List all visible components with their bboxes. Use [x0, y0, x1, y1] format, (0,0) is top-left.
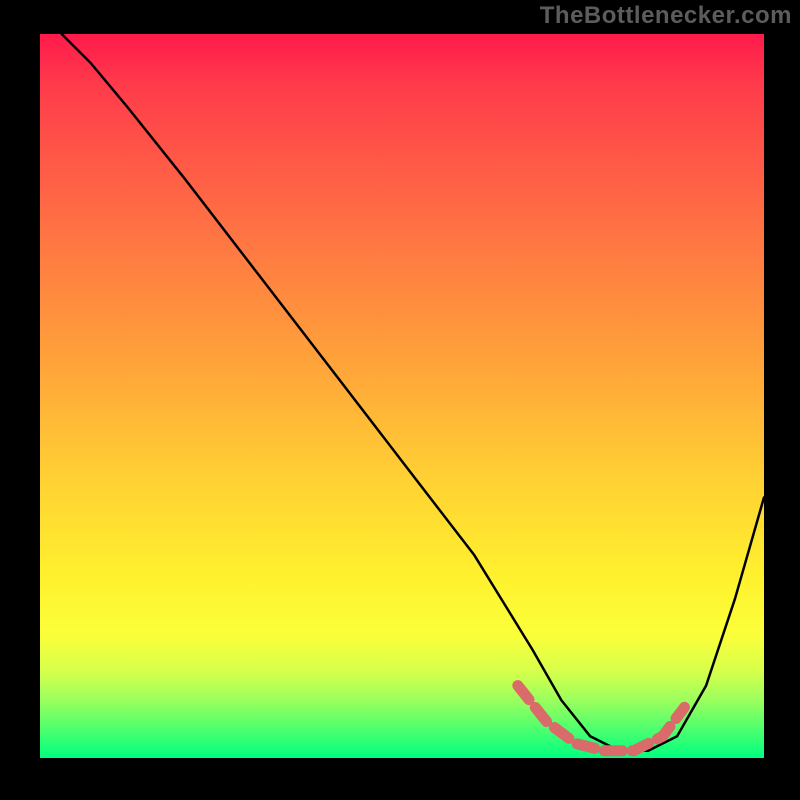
curve-layer [40, 34, 764, 758]
bottleneck-curve [62, 34, 764, 751]
chart-frame: TheBottlenecker.com [0, 0, 800, 800]
watermark-label: TheBottlenecker.com [540, 2, 792, 30]
plot-area [40, 34, 764, 758]
